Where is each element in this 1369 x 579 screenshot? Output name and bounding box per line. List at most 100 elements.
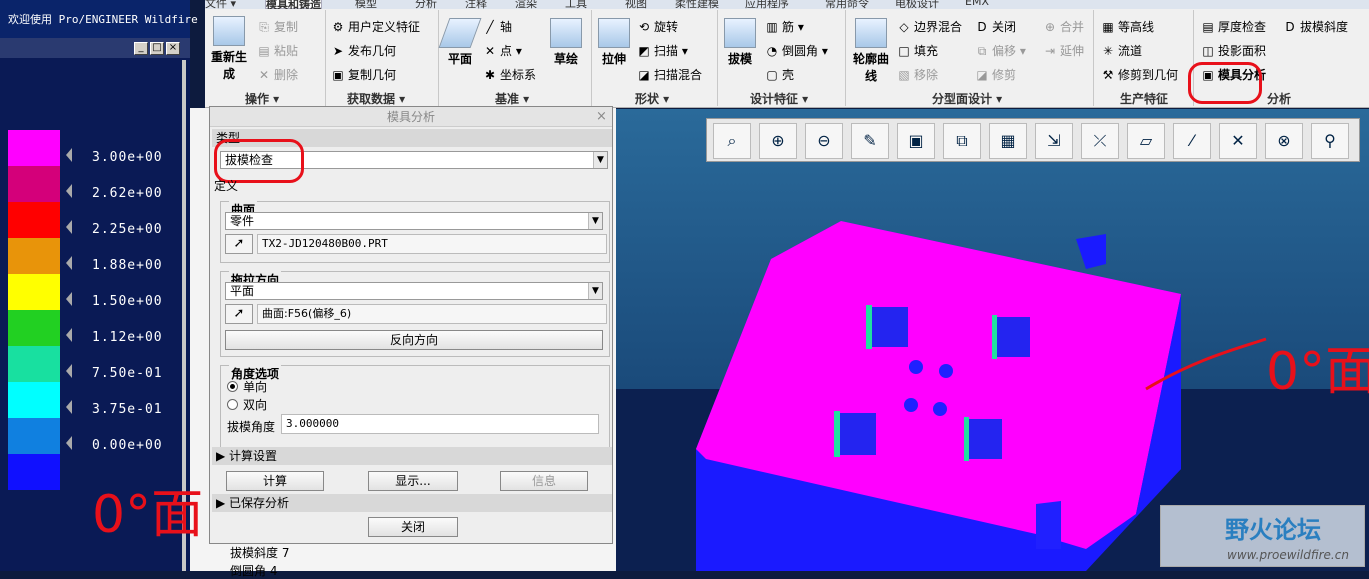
draft-angle-input[interactable]: 3.000000: [281, 414, 599, 434]
display-button[interactable]: 显示...: [368, 471, 458, 491]
plane-button[interactable]: 平面: [438, 18, 482, 67]
model-canvas[interactable]: 0°面: [616, 109, 1369, 571]
single-direction-radio[interactable]: 单向: [227, 378, 267, 395]
group-label-datum[interactable]: 基准 ▾: [495, 90, 529, 107]
ribbon-tab[interactable]: 视图: [625, 0, 647, 9]
copy-geom-button[interactable]: ▣ 复制几何: [331, 66, 396, 83]
repaint-icon[interactable]: ✎: [851, 123, 889, 159]
surface-pick-button[interactable]: ➚: [225, 234, 253, 254]
boundary-blend-button[interactable]: ◇ 边界混合: [897, 18, 962, 35]
saved-views-icon[interactable]: ⧉: [943, 123, 981, 159]
saved-analysis-section[interactable]: ▶ 已保存分析: [212, 494, 612, 512]
maximize-button[interactable]: □: [150, 42, 164, 55]
shell-button[interactable]: ▢ 壳: [765, 66, 794, 83]
ribbon-tab[interactable]: 模型: [355, 0, 377, 9]
ribbon-tab[interactable]: 柔性建模: [675, 0, 719, 9]
expand-icon: ▶: [216, 449, 230, 463]
extrude-button[interactable]: 拉伸: [597, 18, 631, 67]
ribbon-tab[interactable]: 模具和铸造: [265, 0, 322, 9]
projected-area-button[interactable]: ◫ 投影面积: [1201, 42, 1266, 59]
color-band: [8, 274, 60, 310]
extend-button[interactable]: ⇥ 延伸: [1043, 42, 1084, 59]
ribbon-tab[interactable]: 应用程序: [745, 0, 789, 9]
surface-combo[interactable]: 零件 ▼: [225, 212, 603, 230]
dialog-close-icon[interactable]: ×: [596, 109, 607, 124]
zoom-out-icon[interactable]: ⊖: [805, 123, 843, 159]
ribbon-tab[interactable]: EMX: [965, 0, 989, 9]
legend-titlebar: 欢迎使用 Pro/ENGINEER Wildfire: [0, 0, 198, 38]
pull-pick-button[interactable]: ➚: [225, 304, 253, 324]
paste-button[interactable]: ▤ 粘贴: [257, 42, 298, 59]
pull-direction-combo[interactable]: 平面 ▼: [225, 282, 603, 300]
sketch-button[interactable]: 草绘: [549, 18, 583, 67]
isoline-button[interactable]: ▦ 等高线: [1101, 18, 1154, 35]
regenerate-button[interactable]: 重新生成: [209, 16, 249, 82]
thickness-check-button[interactable]: ▤ 厚度检查: [1201, 18, 1266, 35]
tick-marker: [66, 400, 72, 414]
scale-label: 3.00e+00: [92, 150, 163, 165]
refit-icon[interactable]: ⌕: [713, 123, 751, 159]
udf-button[interactable]: ⚙ 用户定义特征: [331, 18, 420, 35]
ribbon-tab[interactable]: 注释: [465, 0, 487, 9]
delete-button[interactable]: ✕ 删除: [257, 66, 298, 83]
close-button[interactable]: 关闭: [368, 517, 458, 537]
publish-geom-button[interactable]: ➤ 发布几何: [331, 42, 396, 59]
revolve-button[interactable]: ⟲ 旋转: [637, 18, 678, 35]
group-label-shape[interactable]: 形状 ▾: [635, 90, 669, 107]
group-label-parting[interactable]: 分型面设计 ▾: [932, 90, 1002, 107]
ribbon-tab[interactable]: 电极设计: [895, 0, 939, 9]
draft-button[interactable]: 拔模: [723, 18, 757, 67]
merge-button[interactable]: ⊕ 合并: [1043, 18, 1084, 35]
minimize-button[interactable]: _: [134, 42, 148, 55]
rib-button[interactable]: ▥ 筋 ▾: [765, 18, 804, 35]
close-surface-button[interactable]: D 关闭: [975, 18, 1016, 35]
info-button[interactable]: 信息: [500, 471, 588, 491]
close-button[interactable]: ×: [166, 42, 180, 55]
csys-button[interactable]: ✱ 坐标系: [483, 66, 536, 83]
calc-settings-section[interactable]: ▶ 计算设置: [212, 447, 612, 465]
group-label-design[interactable]: 设计特征 ▾: [750, 90, 808, 107]
fill-button[interactable]: □ 填充: [897, 42, 938, 59]
ribbon-tab[interactable]: 渲染: [515, 0, 537, 9]
reverse-direction-button[interactable]: 反向方向: [225, 330, 603, 350]
copy-button[interactable]: ⎘ 复制: [257, 18, 298, 35]
ribbon-tab[interactable]: 文件 ▾: [205, 0, 236, 9]
spin-center-icon[interactable]: ⊗: [1265, 123, 1303, 159]
csys-icon: ✱: [484, 67, 496, 82]
round-button[interactable]: ◔ 倒圆角 ▾: [765, 42, 828, 59]
layers-icon[interactable]: ▦: [989, 123, 1027, 159]
datum-display-icon[interactable]: ⇲: [1035, 123, 1073, 159]
ribbon-tab[interactable]: 分析: [415, 0, 437, 9]
csys-display-icon[interactable]: ✕: [1219, 123, 1257, 159]
point-display-icon[interactable]: ⁄: [1173, 123, 1211, 159]
flow-button[interactable]: ✳ 流道: [1101, 42, 1142, 59]
plane-display-icon[interactable]: ▱: [1127, 123, 1165, 159]
group-label-data[interactable]: 获取数据 ▾: [347, 90, 405, 107]
offset-button[interactable]: ⧉ 偏移 ▾: [975, 42, 1026, 59]
trim-to-geom-button[interactable]: ⚒ 修剪到几何: [1101, 66, 1178, 83]
axis-button[interactable]: ╱ 轴: [483, 18, 512, 35]
point-button[interactable]: ✕ 点 ▾: [483, 42, 522, 59]
color-band: [8, 346, 60, 382]
annotation-icon[interactable]: ⚲: [1311, 123, 1349, 159]
silhouette-curve-button[interactable]: 轮廓曲线: [851, 18, 891, 84]
surface-field[interactable]: TX2-JD120480B00.PRT: [257, 234, 607, 254]
ribbon-tab[interactable]: 工具: [565, 0, 587, 9]
remove-button[interactable]: ▧ 移除: [897, 66, 938, 83]
group-label-ops[interactable]: 操作 ▾: [245, 90, 279, 107]
sweep-button[interactable]: ◩ 扫描 ▾: [637, 42, 688, 59]
ribbon-tab[interactable]: 常用命令: [825, 0, 869, 9]
ribbon-tabs: 文件 ▾ 模具和铸造 模型 分析 注释 渲染 工具 视图 柔性建模 应用程序 常用命令 电极设计 EMX: [205, 0, 1369, 9]
pull-direction-field[interactable]: 曲面:F56(偏移_6): [257, 304, 607, 324]
compute-button[interactable]: 计算: [226, 471, 324, 491]
swept-blend-button[interactable]: ◪ 扫描混合: [637, 66, 702, 83]
corner-pocket: [1036, 501, 1061, 549]
zoom-in-icon[interactable]: ⊕: [759, 123, 797, 159]
orient-icon[interactable]: ▣: [897, 123, 935, 159]
tree-item-draft[interactable]: 拔模斜度 7: [230, 544, 289, 561]
axis-display-icon[interactable]: ⤫: [1081, 123, 1119, 159]
double-direction-radio[interactable]: 双向: [227, 396, 267, 413]
draft-analysis-button[interactable]: D 拔模斜度: [1283, 18, 1348, 35]
trim-button[interactable]: ◪ 修剪: [975, 66, 1016, 83]
group-label-production: 生产特征: [1120, 92, 1169, 106]
